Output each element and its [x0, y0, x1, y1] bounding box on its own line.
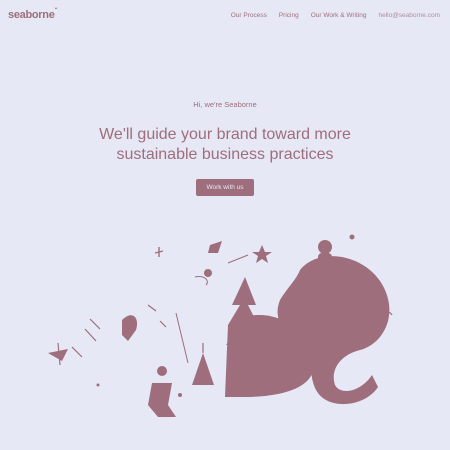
hero-eyebrow: Hi, we're Seaborne	[193, 100, 257, 109]
logo-text: seaborne	[8, 9, 55, 21]
flag-icon	[48, 349, 68, 361]
logo[interactable]: seaborneˇ	[8, 7, 58, 21]
top-nav: seaborneˇ Our Process Pricing Our Work &…	[0, 0, 450, 32]
logo-wave-icon: ˇ	[54, 7, 58, 16]
hero: Hi, we're Seaborne We'll guide your bran…	[0, 100, 450, 196]
nav-link-our-process[interactable]: Our Process	[231, 12, 267, 19]
small-figure-left	[122, 315, 138, 341]
nav-link-our-work[interactable]: Our Work & Writing	[311, 12, 367, 19]
tent-icon	[192, 353, 214, 385]
nav-links: Our Process Pricing Our Work & Writing h…	[231, 12, 440, 19]
work-with-us-button[interactable]: Work with us	[196, 179, 254, 196]
hero-illustration	[48, 234, 393, 417]
hero-headline: We'll guide your brand toward more susta…	[99, 126, 351, 163]
rider-figure	[318, 240, 332, 254]
nav-contact-email[interactable]: hello@seaborne.com	[378, 12, 440, 19]
nav-link-pricing[interactable]: Pricing	[279, 12, 299, 19]
star-icon	[252, 245, 272, 263]
person-figure	[157, 366, 167, 376]
